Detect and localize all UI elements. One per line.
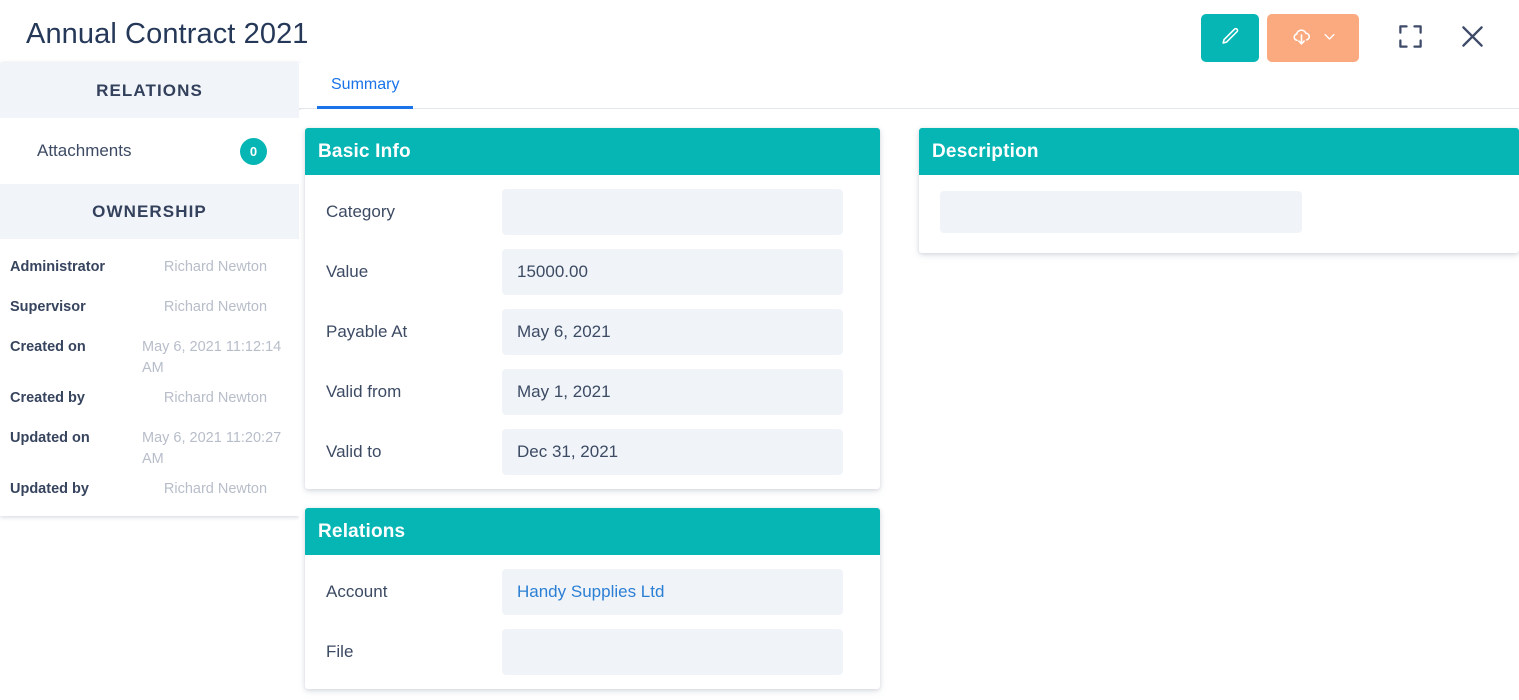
record-detail-page: Annual Contract 2021 RELATIONS Attachmen… bbox=[0, 0, 1519, 700]
field-value[interactable]: May 1, 2021 bbox=[502, 369, 843, 415]
field-value[interactable]: 15000.00 bbox=[502, 249, 843, 295]
fullscreen-icon bbox=[1397, 23, 1424, 53]
field-row-description bbox=[919, 189, 1519, 235]
close-button[interactable] bbox=[1447, 14, 1497, 62]
field-label: Account bbox=[326, 582, 388, 601]
field-row: Payable At May 6, 2021 bbox=[305, 309, 880, 355]
field-row: Account Handy Supplies Ltd bbox=[305, 569, 880, 615]
card-relations: Relations Account Handy Supplies Ltd File bbox=[305, 508, 880, 689]
ownership-row-key: Updated by bbox=[10, 481, 89, 498]
ownership-row-key: Supervisor bbox=[10, 299, 86, 315]
ownership-row-value: Richard Newton bbox=[163, 481, 268, 498]
ownership-row-value: Richard Newton bbox=[163, 390, 268, 407]
close-icon bbox=[1458, 22, 1487, 54]
ownership-row: Supervisor Richard Newton bbox=[0, 297, 299, 327]
field-row: Valid from May 1, 2021 bbox=[305, 369, 880, 415]
edit-button[interactable] bbox=[1201, 14, 1259, 62]
tab-strip: Summary bbox=[299, 63, 1519, 109]
chevron-down-icon bbox=[1322, 29, 1337, 47]
ownership-row-value: Richard Newton bbox=[163, 299, 268, 315]
card-body-relations: Account Handy Supplies Ltd File bbox=[305, 555, 880, 689]
fullscreen-button[interactable] bbox=[1385, 14, 1435, 62]
ownership-row-key: Administrator bbox=[10, 259, 106, 275]
card-body-basic-info: Category Value 15000.00 Payable At May 6, 20… bbox=[305, 175, 880, 489]
cloud-download-icon bbox=[1290, 25, 1313, 51]
ownership-row-value: May 6, 2021 11:12:14 AM bbox=[142, 339, 282, 376]
field-row: Valid to Dec 31, 2021 bbox=[305, 429, 880, 475]
download-button[interactable] bbox=[1267, 14, 1359, 62]
field-value-link[interactable]: Handy Supplies Ltd bbox=[502, 569, 843, 615]
field-value[interactable]: Dec 31, 2021 bbox=[502, 429, 843, 475]
pencil-icon bbox=[1220, 26, 1241, 50]
sidebar-item-label: Attachments bbox=[37, 141, 132, 160]
field-row: File bbox=[305, 629, 880, 675]
description-field-value[interactable] bbox=[940, 191, 1302, 233]
ownership-row-key: Created by bbox=[10, 390, 85, 407]
field-value[interactable]: May 6, 2021 bbox=[502, 309, 843, 355]
field-row: Value 15000.00 bbox=[305, 249, 880, 295]
card-title-basic-info: Basic Info bbox=[305, 128, 880, 175]
top-bar: Annual Contract 2021 bbox=[0, 0, 1519, 63]
card-title-relations: Relations bbox=[305, 508, 880, 555]
field-label: Value bbox=[326, 262, 369, 281]
header-actions bbox=[1201, 14, 1497, 62]
sidebar-section-ownership: OWNERSHIP bbox=[0, 184, 299, 239]
field-label: Payable At bbox=[326, 322, 408, 341]
ownership-row: Created by Richard Newton bbox=[0, 388, 299, 418]
ownership-row-value: May 6, 2021 11:20:27 AM bbox=[142, 430, 282, 467]
ownership-row-key: Created on bbox=[10, 339, 86, 355]
attachments-count-badge: 0 bbox=[240, 137, 267, 165]
ownership-row: Updated on May 6, 2021 11:20:27 AM bbox=[0, 428, 299, 469]
ownership-row: Administrator Richard Newton bbox=[0, 257, 299, 287]
field-value[interactable] bbox=[502, 629, 843, 675]
field-label: Category bbox=[326, 202, 395, 221]
sidebar-item-attachments[interactable]: Attachments 0 bbox=[0, 118, 299, 184]
page-title: Annual Contract 2021 bbox=[26, 18, 309, 50]
ownership-row-key: Updated on bbox=[10, 430, 90, 447]
ownership-row: Updated by Richard Newton bbox=[0, 479, 299, 509]
field-label: Valid from bbox=[326, 382, 402, 401]
left-sidebar: RELATIONS Attachments 0 OWNERSHIP Admini… bbox=[0, 63, 299, 516]
sidebar-section-relations: RELATIONS bbox=[0, 63, 299, 118]
ownership-row: Created on May 6, 2021 11:12:14 AM bbox=[0, 337, 299, 378]
ownership-table: Administrator Richard Newton Supervisor Ric… bbox=[0, 239, 299, 516]
card-description: Description bbox=[919, 128, 1519, 253]
field-label: File bbox=[326, 642, 354, 661]
main-content: Basic Info Category Value 15000.00 Payable … bbox=[299, 110, 1519, 700]
ownership-row-value: Richard Newton bbox=[163, 259, 268, 275]
tab-summary[interactable]: Summary bbox=[317, 63, 414, 109]
field-value[interactable] bbox=[502, 189, 843, 235]
field-row: Category bbox=[305, 189, 880, 235]
card-title-description: Description bbox=[919, 128, 1519, 175]
card-body-description bbox=[919, 175, 1519, 253]
card-basic-info: Basic Info Category Value 15000.00 Payable … bbox=[305, 128, 880, 489]
field-label: Valid to bbox=[326, 442, 382, 461]
